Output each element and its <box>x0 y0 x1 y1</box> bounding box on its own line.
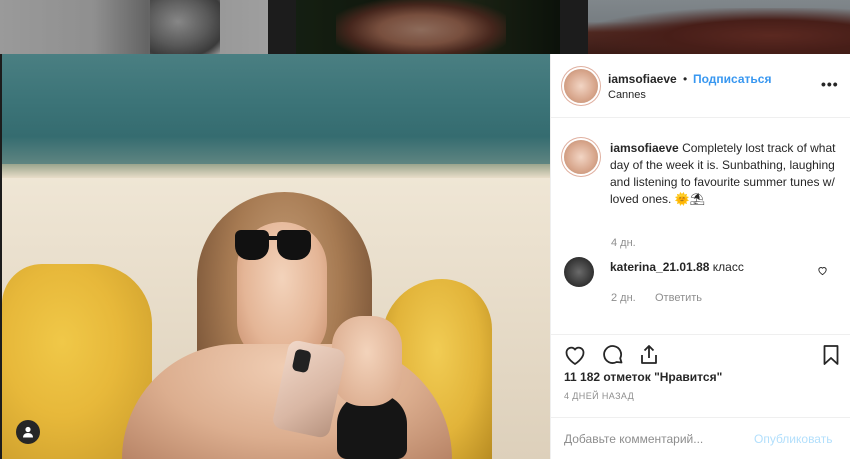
bookmark-icon[interactable] <box>819 343 843 367</box>
commenter-avatar[interactable] <box>564 257 594 287</box>
likes-count[interactable]: 11 182 отметок "Нравится" <box>564 370 722 384</box>
more-options-icon[interactable]: ••• <box>821 76 839 92</box>
header-separator: • <box>683 72 688 86</box>
reply-button[interactable]: Ответить <box>655 292 702 304</box>
share-icon[interactable] <box>637 343 661 367</box>
comment-text: katerina_21.01.88 класс <box>610 260 744 274</box>
comment-timestamp[interactable]: 2 дн. <box>611 292 636 304</box>
caption-timestamp[interactable]: 4 дн. <box>611 237 636 249</box>
speech-bubble-icon[interactable] <box>601 343 625 367</box>
follow-button[interactable]: Подписаться <box>693 72 771 86</box>
comment-input[interactable]: Добавьте комментарий... <box>564 432 703 446</box>
post-date[interactable]: 4 ДНЕЙ НАЗАД <box>564 391 634 401</box>
caption-username[interactable]: iamsofiaeve <box>610 141 679 155</box>
add-comment-bar: Добавьте комментарий... Опубликовать <box>551 417 850 459</box>
post-location[interactable]: Cannes <box>608 89 646 101</box>
commenter-username[interactable]: katerina_21.01.88 <box>610 260 709 274</box>
user-tag-icon[interactable] <box>16 420 40 444</box>
post-photo[interactable] <box>2 54 550 459</box>
comment-body: класс <box>712 260 744 274</box>
action-bar <box>551 334 850 374</box>
heart-icon[interactable] <box>563 343 587 367</box>
caption-avatar[interactable] <box>564 140 598 174</box>
post-side-panel: iamsofiaeve • Подписаться Cannes ••• iam… <box>550 54 850 459</box>
post-modal: iamsofiaeve • Подписаться Cannes ••• iam… <box>2 54 850 459</box>
instagram-page: iamsofiaeve • Подписаться Cannes ••• iam… <box>0 0 850 459</box>
author-avatar[interactable] <box>564 69 598 103</box>
comment-like-heart-icon[interactable] <box>817 265 828 276</box>
post-comment-button[interactable]: Опубликовать <box>754 432 832 446</box>
author-username[interactable]: iamsofiaeve <box>608 72 677 86</box>
post-header: iamsofiaeve • Подписаться Cannes ••• <box>551 54 850 118</box>
post-caption: iamsofiaeve Completely lost track of wha… <box>610 140 838 208</box>
